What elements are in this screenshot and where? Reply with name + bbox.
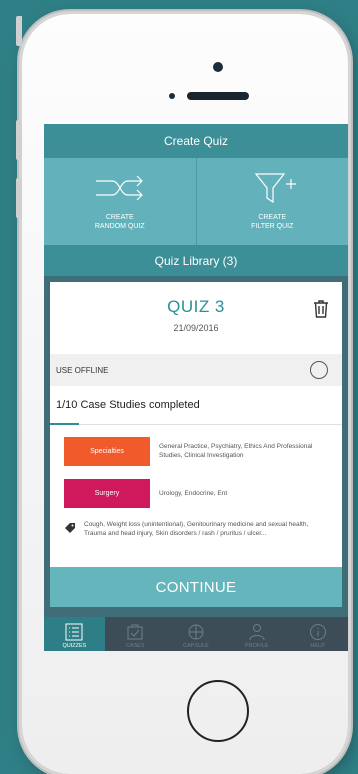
quiz-date: 21/09/2016 [173,323,219,333]
list-icon [65,623,83,641]
quiz-card-header: QUIZ 3 21/09/2016 [50,282,342,354]
tab-help-label: HELP [310,643,325,649]
quiz-library-header: Quiz Library (3) [44,245,348,276]
cases-icon [127,624,143,640]
tab-cases-label: CASES [125,643,145,649]
tab-profile-label: PROFILE [245,643,269,649]
create-random-line2: RANDOM QUIZ [94,222,145,230]
specialties-text: General Practice, Psychiatry, Ethics And… [159,443,313,459]
create-quiz-header: Create Quiz [44,124,348,158]
mute-switch [16,16,22,46]
trash-icon[interactable] [313,300,329,318]
shuffle-icon [95,175,143,201]
create-filter-line2: FILTER QUIZ [251,222,294,230]
quiz-card: QUIZ 3 21/09/2016 USE OFFLINE 1/10 Case … [50,282,342,607]
volume-up-button [16,120,22,160]
home-button[interactable] [187,680,249,742]
earpiece-speaker [187,92,249,100]
front-camera [213,62,223,72]
create-random-line1: CREATE [105,214,134,221]
volume-down-button [16,178,22,218]
tab-bar: QUIZZES CASES CAPSULE PROFILE HELP [44,617,348,651]
filter-plus-icon [255,173,297,204]
tab-quizzes-label: QUIZZES [62,643,87,649]
tag-row-surgery: Surgery Urology, Endocrine, Ent [50,472,342,514]
tab-help[interactable]: HELP [287,617,348,651]
capsule-icon [188,624,204,640]
quiz-title: QUIZ 3 [167,297,225,316]
tag-row-specialties: Specialties General Practice, Psychiatry… [50,430,342,472]
proximity-sensor [169,93,175,99]
tab-quizzes[interactable]: QUIZZES [44,617,105,651]
progress-row: 1/10 Case Studies completed [50,386,342,425]
use-offline-row[interactable]: USE OFFLINE [50,354,342,386]
help-icon [309,624,326,640]
progress-bar [50,423,80,425]
use-offline-label: USE OFFLINE [56,365,109,375]
tab-capsule[interactable]: CAPSULE [166,617,227,651]
specialties-tag: Specialties [64,436,150,466]
create-quiz-options: CREATE RANDOM QUIZ CREATE FILTER QUIZ [44,158,348,245]
continue-button[interactable]: CONTINUE [50,567,342,607]
use-offline-radio[interactable] [310,361,328,379]
keywords-text: Cough, Weight loss (unintentional), Geni… [84,521,309,537]
create-filter-line1: CREATE [258,214,287,221]
app-screen: Create Quiz CREATE RANDOM QUIZ CREATE FI… [44,124,348,651]
profile-icon [249,624,265,641]
tag-icon [65,523,75,533]
surgery-tag: Surgery [64,478,150,508]
progress-text: 1/10 Case Studies completed [56,399,200,411]
create-filter-quiz-button[interactable]: CREATE FILTER QUIZ [195,158,349,245]
tab-cases[interactable]: CASES [105,617,166,651]
surgery-text: Urology, Endocrine, Ent [159,489,228,497]
tab-profile[interactable]: PROFILE [226,617,287,651]
tab-capsule-label: CAPSULE [183,643,209,649]
keywords-row: Cough, Weight loss (unintentional), Geni… [50,514,342,554]
create-random-quiz-button[interactable]: CREATE RANDOM QUIZ [44,158,196,245]
